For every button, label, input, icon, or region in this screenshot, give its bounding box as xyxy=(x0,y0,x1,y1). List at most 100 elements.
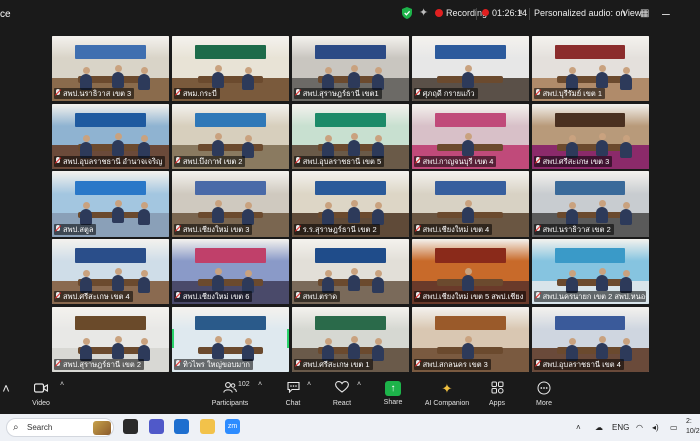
room-backdrop-banner xyxy=(195,112,266,128)
participant-name-label: สพป.สกลนคร เขต 3 xyxy=(413,358,491,370)
participant-name: สพป.นราธิวาส เขต 2 xyxy=(542,224,611,234)
shield-check-icon[interactable] xyxy=(402,7,412,19)
participant-person xyxy=(241,202,254,226)
task-view-icon[interactable] xyxy=(123,419,138,434)
audio-caret[interactable]: ˄ xyxy=(2,381,10,400)
room-backdrop-banner xyxy=(195,180,266,195)
participant-video-tile[interactable]: สพม.กระบี่ xyxy=(171,36,290,102)
participant-video-tile[interactable]: ร.ร.สุราษฎร์ธานี เขต 2 xyxy=(291,171,410,237)
react-button[interactable]: React xyxy=(330,381,354,407)
mic-muted-icon xyxy=(175,292,181,300)
edge-icon[interactable] xyxy=(174,419,189,434)
participant-video-tile[interactable]: สพป.นครนายก เขต 2 สพป.หนองบัวลำภู xyxy=(531,239,649,305)
participant-video-tile[interactable]: สพป.ศรีสะเกษ เขต 3 xyxy=(531,103,649,169)
participant-person xyxy=(595,268,608,292)
participant-video-tile[interactable]: ทิวไพร ใหญ่ขอบมาก xyxy=(171,306,290,372)
participant-video-tile[interactable]: สพป.ศรีสะเกษ เขต 4 xyxy=(52,239,170,305)
speaker-icon[interactable]: ◂) xyxy=(652,423,659,432)
room-backdrop-banner xyxy=(315,45,386,60)
participant-name-label: สพป.เชียงใหม่ เขต 5 สพป.เชียง xyxy=(413,291,526,303)
room-backdrop-banner xyxy=(435,45,506,60)
participant-video-tile[interactable]: สพป.เชียงใหม่ เขต 5 สพป.เชียง xyxy=(411,239,530,305)
sparkle-icon[interactable]: ✦ xyxy=(419,6,428,19)
teams-icon[interactable] xyxy=(149,419,164,434)
participant-name-label: สพป.เชียงใหม่ เขต 3 xyxy=(173,223,253,235)
participant-person xyxy=(112,65,124,88)
input-language[interactable]: ENG xyxy=(612,423,629,432)
room-backdrop-banner xyxy=(555,180,626,195)
participant-video-tile[interactable]: สพป.สุราษฎร์ธานี เขต1 xyxy=(291,36,410,102)
participant-video-tile[interactable]: สพป.อุบลราชธานี เขต 4 xyxy=(531,306,649,372)
room-backdrop-banner xyxy=(75,315,146,331)
participant-video-tile[interactable]: สพป.กาญจนบุรี เขต 4 xyxy=(411,103,530,169)
participant-name-label: ร.ร.สุราษฎร์ธานี เขต 2 xyxy=(293,223,380,235)
participant-video-tile[interactable]: สพป.อุบลราชธานี เขต 5 xyxy=(291,103,410,169)
zoom-meeting-screen: ce ✦ Recording 01:26:14 ⏸ Personalized a… xyxy=(0,0,700,441)
chevron-up-icon[interactable]: ˄ xyxy=(258,381,262,388)
mic-muted-icon xyxy=(535,292,541,300)
participant-person xyxy=(347,268,360,292)
participant-video-tile[interactable]: สพป.สกลนคร เขต 3 xyxy=(411,306,530,372)
participant-video-tile[interactable]: สพป.เชียงใหม่ เขต 4 xyxy=(411,171,530,237)
participant-name-label: สพป.เชียงใหม่ เขต 4 xyxy=(413,223,493,235)
cloud-icon[interactable]: ☁ xyxy=(595,423,603,432)
participant-video-tile[interactable]: สพป.สุราษฎร์ธานี เขต 2 xyxy=(52,306,170,372)
file-explorer-icon[interactable] xyxy=(200,419,215,434)
participant-name-label: สพป.ตราด xyxy=(293,291,341,303)
participant-person xyxy=(112,200,124,224)
apps-button[interactable]: Apps xyxy=(486,381,508,407)
search-icon: ⌕ xyxy=(13,422,19,433)
chevron-up-icon[interactable]: ˄ xyxy=(60,381,64,388)
pause-icon[interactable]: ⏸ xyxy=(518,7,523,18)
chevron-up-icon[interactable]: ˄ xyxy=(576,423,581,432)
participant-video-tile[interactable]: สพป.นราธิวาส เขต 3 xyxy=(52,36,170,102)
participant-person xyxy=(461,132,474,156)
participant-video-tile[interactable]: สพป.บุรีรัมย์ เขต 1 xyxy=(531,36,649,102)
participant-name-label: สพป.เชียงใหม่ เขต 6 xyxy=(173,291,253,303)
zoom-app-icon[interactable]: zm xyxy=(225,419,240,434)
video-button[interactable]: Video xyxy=(28,381,54,407)
personalized-audio-status[interactable]: Personalized audio: on xyxy=(534,8,626,18)
chat-bubble-icon xyxy=(283,381,303,397)
participant-video-tile[interactable]: สพป.อุบลราชธานี อำนาจเจริญ xyxy=(52,103,170,169)
apps-label: Apps xyxy=(489,400,505,407)
participant-name-label: ทิวไพร ใหญ่ขอบมาก xyxy=(173,358,253,370)
ai-companion-label: AI Companion xyxy=(424,400,470,407)
mic-muted-icon xyxy=(415,224,421,233)
share-button[interactable]: ↑ Share xyxy=(382,381,404,406)
participant-person xyxy=(619,67,632,90)
room-backdrop-banner xyxy=(555,248,626,263)
grid-view-icon[interactable]: ▦ xyxy=(640,8,649,19)
chevron-up-icon[interactable]: ˄ xyxy=(307,381,311,388)
taskbar-clock[interactable]: 2: 10/2 xyxy=(686,417,700,437)
participant-video-tile[interactable]: สพป.เชียงใหม่ เขต 3 xyxy=(171,171,290,237)
participant-person xyxy=(595,65,608,88)
mic-muted-icon xyxy=(535,89,541,97)
wifi-icon[interactable]: ◠ xyxy=(636,423,643,432)
chevron-up-icon[interactable]: ˄ xyxy=(357,381,361,388)
share-label: Share xyxy=(383,399,403,406)
battery-icon[interactable]: ▭ xyxy=(670,423,678,432)
ai-companion-button[interactable]: ✦ AI Companion xyxy=(424,381,470,407)
participant-video-tile[interactable]: สพป.เชียงใหม่ เขต 6 xyxy=(171,239,290,305)
search-highlight-image xyxy=(93,421,111,435)
view-button[interactable]: View xyxy=(622,8,641,18)
mic-muted-icon xyxy=(175,156,181,165)
participant-person xyxy=(347,132,360,156)
participant-video-tile[interactable]: สพป.ศรีสะเกษ เขต 1 xyxy=(291,306,410,372)
participant-video-tile[interactable]: ศุภฤดี กรายแก้ว xyxy=(411,36,530,102)
taskbar-search-box[interactable]: ⌕ Search xyxy=(6,418,114,437)
participant-video-tile[interactable]: สพป.สตูล xyxy=(52,171,170,237)
participant-video-tile[interactable]: สพป.ตราด xyxy=(291,239,410,305)
participant-video-tile[interactable]: สพป.บึงกาฬ เขต 2 xyxy=(171,103,290,169)
close-icon[interactable]: – xyxy=(662,5,670,21)
more-button[interactable]: More xyxy=(534,381,554,407)
participant-person xyxy=(112,132,124,156)
participant-person xyxy=(619,134,632,158)
participant-name: ทิวไพร ใหญ่ขอบมาก xyxy=(182,359,250,369)
participant-video-tile[interactable]: สพป.นราธิวาส เขต 2 xyxy=(531,171,649,237)
participants-count: 102 xyxy=(238,381,250,388)
chat-button[interactable]: Chat xyxy=(283,381,303,407)
participant-name: สพม.กระบี่ xyxy=(182,89,217,99)
recording-label[interactable]: Recording xyxy=(446,8,487,18)
